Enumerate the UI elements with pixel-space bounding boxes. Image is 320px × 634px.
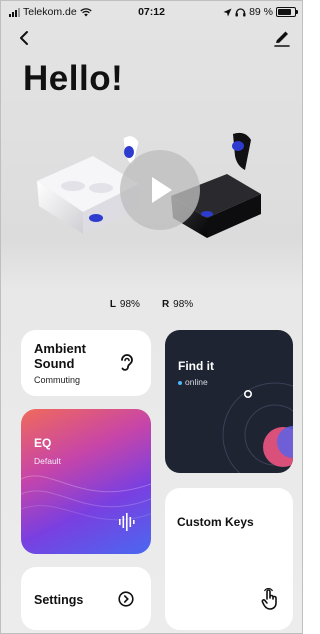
ambient-sound-title: Ambient Sound: [34, 341, 86, 371]
greeting-heading: Hello!: [23, 59, 124, 98]
custom-keys-title: Custom Keys: [177, 515, 254, 529]
ambient-sound-mode: Commuting: [34, 375, 81, 385]
play-video-button[interactable]: [120, 150, 200, 230]
online-dot-icon: [178, 380, 182, 385]
battery-percent: 89 %: [249, 6, 273, 18]
left-earbud-label: L: [109, 299, 116, 310]
battery-icon: [276, 7, 298, 17]
settings-title: Settings: [34, 593, 84, 607]
custom-keys-card[interactable]: Custom Keys: [165, 488, 293, 630]
pencil-icon[interactable]: [272, 28, 292, 48]
right-earbud-battery: 98%: [173, 299, 194, 310]
settings-card[interactable]: Settings: [21, 567, 151, 630]
eq-title: EQ: [34, 436, 52, 450]
ambient-sound-card[interactable]: Ambient Sound Commuting: [21, 330, 151, 396]
app-screen: Telekom.de 07:12 89 % Hello! L 98% R 98%…: [0, 0, 303, 634]
ear-icon: [121, 354, 133, 371]
arrow-circle-icon: [118, 591, 134, 607]
find-it-status-text: online: [185, 377, 208, 387]
chevron-left-icon[interactable]: [15, 28, 35, 48]
find-it-status: online: [178, 377, 208, 387]
top-navigation: [1, 25, 302, 51]
eq-card[interactable]: EQ Default: [21, 409, 151, 554]
touch-hand-icon: [261, 588, 277, 610]
right-earbud-label: R: [161, 299, 170, 310]
headphones-icon: [235, 7, 246, 16]
eq-waves-graphic: [21, 475, 151, 531]
status-bar: Telekom.de 07:12 89 %: [1, 1, 302, 23]
radar-graphic: [222, 382, 293, 473]
equalizer-bars-icon: [119, 513, 135, 531]
find-it-card[interactable]: Find it online: [165, 330, 293, 473]
eq-preset: Default: [34, 456, 61, 466]
location-arrow-icon: [223, 8, 232, 16]
left-earbud-battery: 98%: [119, 299, 140, 310]
find-it-title: Find it: [178, 359, 214, 373]
status-right-group: 89 %: [223, 6, 298, 18]
battery-levels: L 98% R 98%: [1, 299, 302, 310]
